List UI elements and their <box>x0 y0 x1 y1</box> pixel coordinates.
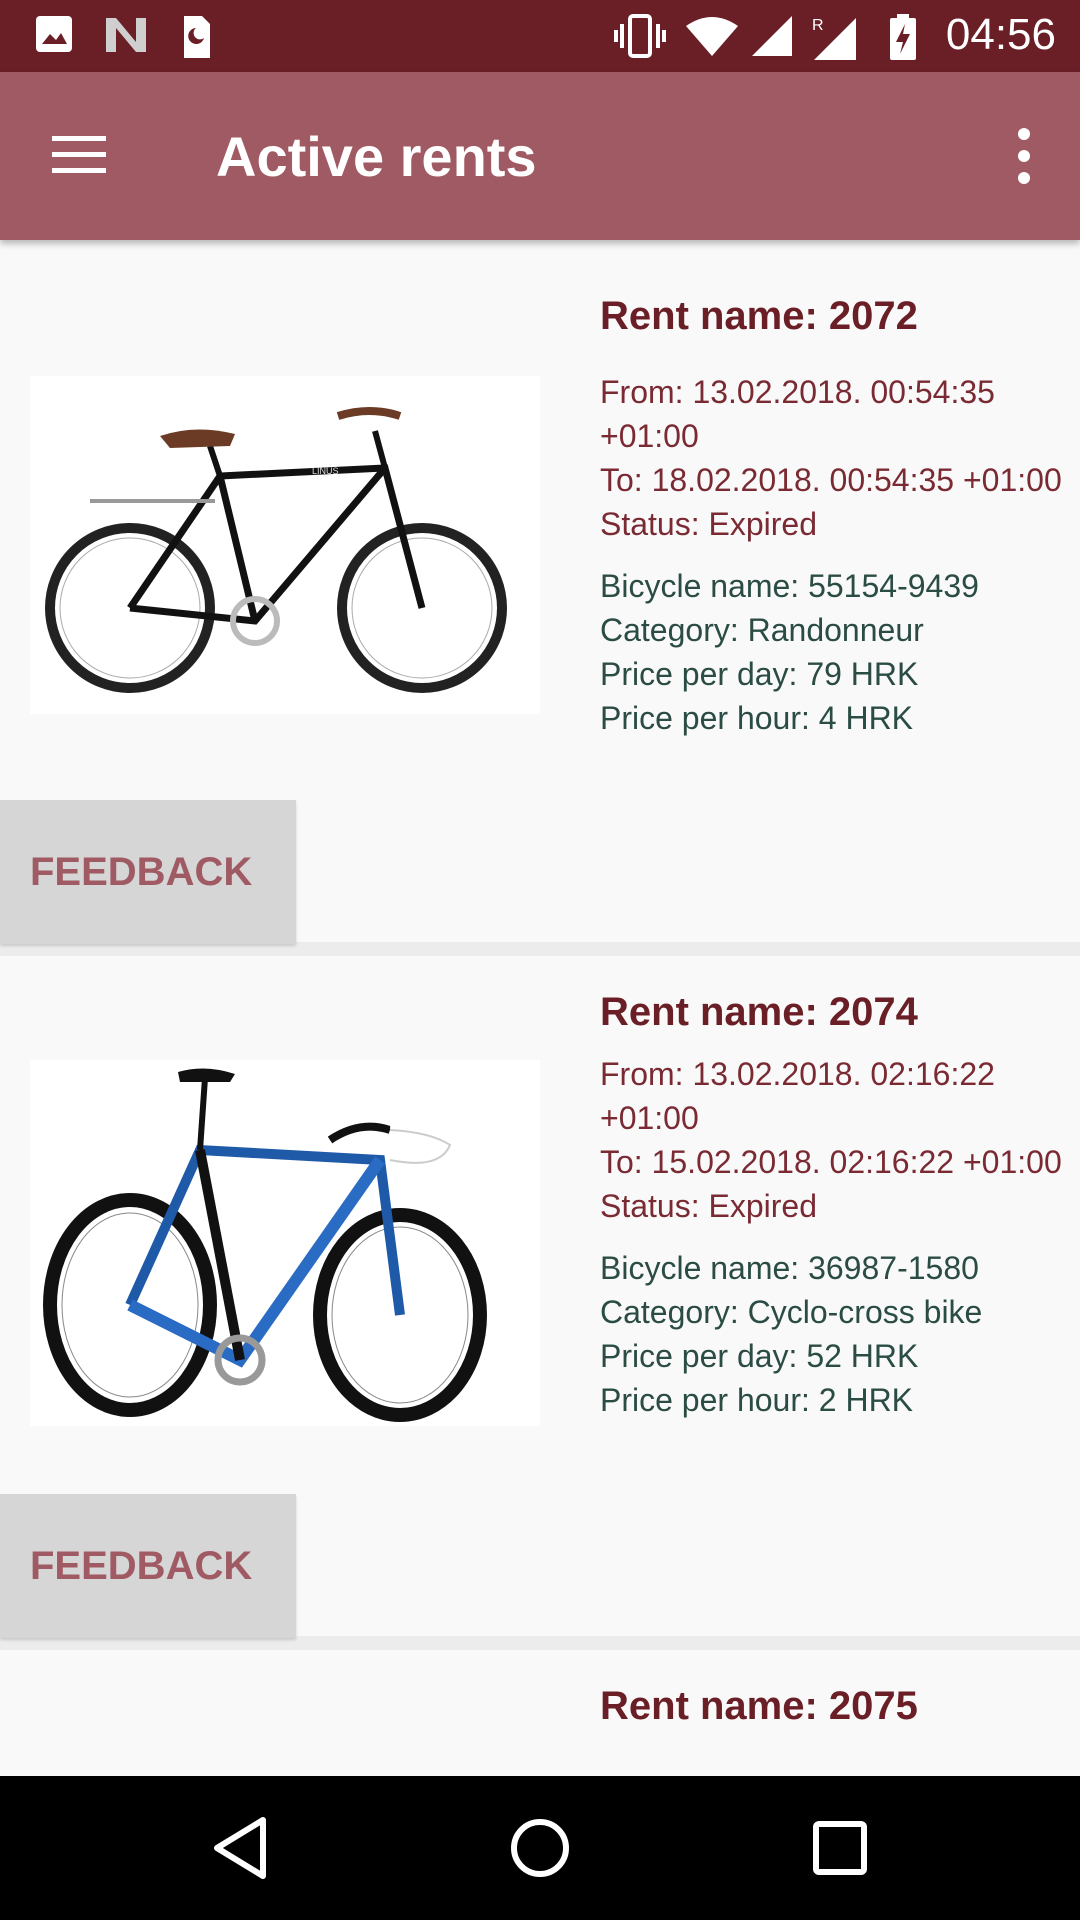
rent-from: From: 13.02.2018. 02:16:22 +01:00 <box>600 1056 995 1136</box>
bicycle-name: Bicycle name: 55154-9439 <box>600 568 979 604</box>
rent-to: To: 18.02.2018. 00:54:35 +01:00 <box>600 462 1062 498</box>
app-bar: Active rents <box>0 72 1080 240</box>
bicycle-info: Bicycle name: 55154-9439 Category: Rando… <box>600 564 1070 740</box>
status-bar: R 04:56 <box>0 0 1080 72</box>
n-icon <box>106 18 146 52</box>
recents-button[interactable] <box>804 1812 876 1884</box>
bicycle-name: Bicycle name: 36987-1580 <box>600 1250 979 1286</box>
battery-charging-icon <box>890 14 916 60</box>
rent-info: From: 13.02.2018. 00:54:35 +01:00 To: 18… <box>600 370 1070 546</box>
wifi-icon <box>686 17 738 56</box>
roaming-signal-icon: R <box>812 17 856 60</box>
back-button[interactable] <box>205 1812 277 1884</box>
frame-brand-text: LINUS <box>312 466 339 476</box>
rent-name: Rent name: 2072 <box>600 294 918 338</box>
rent-card[interactable]: Rent name: 2074 From: 13.02.2018. 02:16:… <box>0 956 1080 1638</box>
rent-name: Rent name: 2075 <box>600 1684 918 1728</box>
bicycle-picture <box>43 1068 487 1422</box>
bicycle-info: Bicycle name: 36987-1580 Category: Cyclo… <box>600 1246 1070 1422</box>
rent-card[interactable]: Rent name: 2072 LINUS From: 13.02.2018. <box>0 240 1080 944</box>
vibrate-icon <box>614 14 666 58</box>
more-vert-icon <box>1018 128 1030 184</box>
status-time: 04:56 <box>945 10 1056 59</box>
rent-to: To: 15.02.2018. 02:16:22 +01:00 <box>600 1144 1062 1180</box>
price-per-hour: Price per hour: 2 HRK <box>600 1382 914 1418</box>
bicycle-image <box>30 1060 540 1426</box>
home-button[interactable] <box>504 1812 576 1884</box>
rent-list[interactable]: Rent name: 2072 LINUS From: 13.02.2018. <box>0 240 1080 1776</box>
recents-square-icon <box>813 1821 867 1875</box>
hamburger-menu-button[interactable] <box>48 128 110 184</box>
feedback-button[interactable]: FEEDBACK <box>0 800 296 944</box>
price-per-day: Price per day: 79 HRK <box>600 656 919 692</box>
rent-info: From: 13.02.2018. 02:16:22 +01:00 To: 15… <box>600 1052 1070 1228</box>
price-per-hour: Price per hour: 4 HRK <box>600 700 914 736</box>
rent-status: Status: Expired <box>600 1188 817 1224</box>
page-title: Active rents <box>216 125 537 188</box>
rent-card[interactable]: Rent name: 2075 <box>0 1650 1080 1776</box>
price-per-day: Price per day: 52 HRK <box>600 1338 919 1374</box>
navigation-bar <box>0 1776 1080 1920</box>
bicycle-category: Category: Randonneur <box>600 612 924 648</box>
svg-text:R: R <box>812 17 824 34</box>
rent-from: From: 13.02.2018. 00:54:35 +01:00 <box>600 374 995 454</box>
signal-icon <box>752 16 792 56</box>
overflow-menu-button[interactable] <box>1004 124 1044 188</box>
feedback-button[interactable]: FEEDBACK <box>0 1494 296 1638</box>
bicycle-picture: LINUS <box>45 407 507 693</box>
sim-icon <box>184 16 210 58</box>
bicycle-image: LINUS <box>30 376 540 714</box>
image-icon <box>36 16 72 52</box>
bicycle-category: Category: Cyclo-cross bike <box>600 1294 983 1330</box>
home-circle-icon <box>511 1819 569 1877</box>
back-triangle-icon <box>214 1817 266 1879</box>
rent-status: Status: Expired <box>600 506 817 542</box>
hamburger-menu-icon <box>52 136 106 173</box>
rent-name: Rent name: 2074 <box>600 990 918 1034</box>
